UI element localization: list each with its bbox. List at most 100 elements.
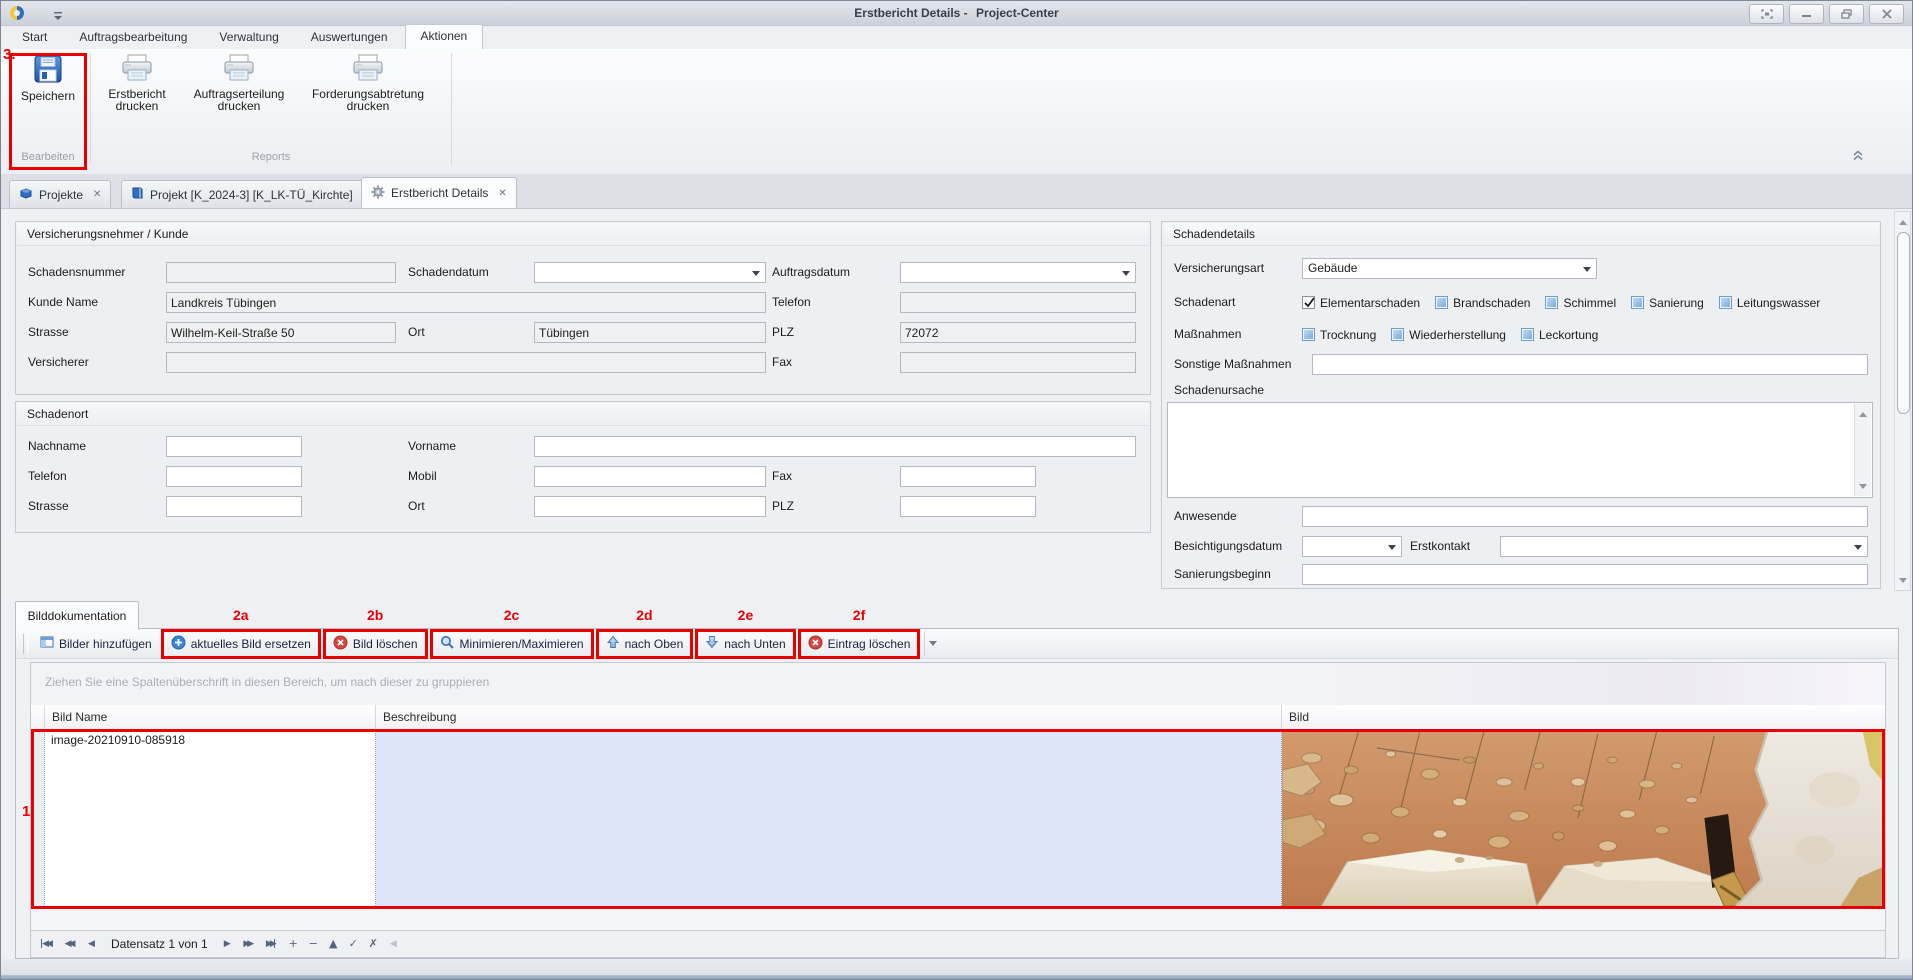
- chevron-down-icon: [1583, 267, 1591, 276]
- nav-delete-button[interactable]: −: [305, 936, 322, 952]
- checkbox-blue-icon: [1631, 296, 1644, 309]
- bilddokumentation-page: Bilder hinzufügen 2a aktuelles Bild erse…: [15, 628, 1899, 959]
- checkbox-brandschaden[interactable]: Brandschaden: [1435, 296, 1530, 310]
- form-scrollbar[interactable]: [1894, 211, 1911, 591]
- input-nachname[interactable]: [166, 436, 302, 457]
- dropdown-besichtigungsdatum[interactable]: [1302, 536, 1402, 557]
- nav-cancel-button[interactable]: ✗: [365, 936, 382, 952]
- group-by-panel[interactable]: Ziehen Sie eine Spaltenüberschrift in di…: [31, 663, 1885, 706]
- ribbon-tab-auftragsbearbeitung[interactable]: Auftragsbearbeitung: [64, 26, 202, 49]
- cell-bild-name[interactable]: image-20210910-085918: [45, 730, 376, 906]
- nav-edit-button[interactable]: ▲: [325, 936, 342, 952]
- scroll-up-icon[interactable]: [1855, 404, 1871, 420]
- doc-tab-label: Projekt [K_2024-3] [K_LK-TÜ_Kirchte]: [150, 188, 353, 202]
- toolbar-grip[interactable]: [23, 634, 28, 654]
- nav-first-button[interactable]: ◀◀: [37, 936, 57, 952]
- restore-button[interactable]: [1829, 4, 1864, 24]
- minimize-button[interactable]: [1789, 4, 1824, 24]
- scroll-down-icon[interactable]: [1895, 574, 1910, 590]
- print-erstbericht-button[interactable]: Erstbericht drucken: [95, 49, 179, 113]
- panel-schadenort: Schadenort Nachname Vorname Telefon Mobi…: [15, 401, 1151, 533]
- checkbox-leitungswasser[interactable]: Leitungswasser: [1719, 296, 1820, 310]
- input-ort[interactable]: [534, 322, 766, 343]
- input-fax[interactable]: [900, 466, 1036, 487]
- input-fax[interactable]: [900, 352, 1136, 373]
- column-header-bild-name[interactable]: Bild Name: [45, 705, 376, 730]
- input-strasse[interactable]: [166, 322, 396, 343]
- input-telefon[interactable]: [166, 466, 302, 487]
- dropdown-schadendatum[interactable]: [534, 262, 766, 283]
- nav-post-button[interactable]: ✓: [345, 936, 362, 952]
- close-tab-icon[interactable]: ✕: [498, 188, 506, 199]
- input-schadensnummer[interactable]: [166, 262, 396, 283]
- input-telefon[interactable]: [900, 292, 1136, 313]
- input-plz[interactable]: [900, 496, 1036, 517]
- checkbox-sanierung[interactable]: Sanierung: [1631, 296, 1704, 310]
- nav-prev-page-button[interactable]: ◀◀: [60, 936, 80, 952]
- input-kunde-name[interactable]: [166, 292, 766, 313]
- save-button[interactable]: Speichern: [13, 49, 83, 103]
- input-sonstige-massnahmen[interactable]: [1312, 354, 1868, 375]
- dropdown-erstkontakt[interactable]: [1500, 536, 1868, 557]
- doc-tab-projekt-k2024[interactable]: Projekt [K_2024-3] [K_LK-TÜ_Kirchte] ✕: [121, 180, 381, 208]
- doc-tab-projekte[interactable]: Projekte ✕: [9, 180, 111, 208]
- nav-prev-button[interactable]: ◀: [83, 936, 100, 952]
- panel-title: Versicherungsnehmer / Kunde: [17, 223, 1149, 246]
- doc-tab-erstbericht-details[interactable]: Erstbericht Details ✕: [361, 177, 517, 208]
- label-versicherungsart: Versicherungsart: [1174, 258, 1264, 279]
- move-down-button[interactable]: nach Unten: [698, 632, 792, 656]
- ribbon-tab-aktionen[interactable]: Aktionen: [405, 24, 484, 49]
- column-header-beschreibung[interactable]: Beschreibung: [376, 705, 1282, 730]
- checkbox-elementarschaden[interactable]: Elementarschaden: [1302, 296, 1420, 310]
- annotation-label-2c: 2c: [504, 607, 520, 623]
- nav-next-page-button[interactable]: ▶▶: [239, 936, 259, 952]
- dropdown-auftragsdatum[interactable]: [900, 262, 1136, 283]
- nav-append-button[interactable]: +: [285, 936, 302, 952]
- annotation-box-2f: 2f Eintrag löschen: [798, 629, 921, 659]
- textarea-schadenursache[interactable]: [1167, 402, 1873, 498]
- checkbox-trocknung[interactable]: Trocknung: [1302, 328, 1376, 342]
- cell-bild-photo[interactable]: [1282, 730, 1885, 906]
- checkbox-wiederherstellung[interactable]: Wiederherstellung: [1391, 328, 1506, 342]
- scroll-up-icon[interactable]: [1895, 212, 1910, 228]
- replace-image-button[interactable]: aktuelles Bild ersetzen: [164, 632, 318, 656]
- nav-last-button[interactable]: ▶▶: [262, 936, 282, 952]
- input-sanierungsbeginn[interactable]: [1302, 564, 1868, 585]
- table-row[interactable]: image-20210910-085918: [31, 730, 1885, 906]
- annotation-label-2d: 2d: [636, 607, 652, 623]
- close-tab-icon[interactable]: ✕: [93, 189, 101, 200]
- print-auftragserteilung-button[interactable]: Auftragserteilung drucken: [182, 49, 296, 113]
- delete-image-button[interactable]: Bild löschen: [326, 632, 425, 656]
- ribbon-collapse-icon[interactable]: [1851, 149, 1865, 167]
- input-plz[interactable]: [900, 322, 1136, 343]
- close-button[interactable]: [1869, 4, 1904, 24]
- add-images-button[interactable]: Bilder hinzufügen: [33, 632, 159, 656]
- ribbon-tab-auswertungen[interactable]: Auswertungen: [296, 26, 403, 49]
- minimize-maximize-button[interactable]: Minimieren/Maximieren: [433, 632, 591, 656]
- fit-to-screen-button[interactable]: [1749, 4, 1784, 24]
- toolbar-overflow-button[interactable]: [924, 632, 941, 656]
- input-ort[interactable]: [534, 496, 766, 517]
- scroll-down-icon[interactable]: [1855, 480, 1871, 496]
- ribbon-tab-verwaltung[interactable]: Verwaltung: [204, 26, 293, 49]
- label-strasse: Strasse: [28, 322, 69, 343]
- delete-entry-button[interactable]: Eintrag löschen: [801, 632, 918, 656]
- tab-bilddokumentation[interactable]: Bilddokumentation: [15, 601, 139, 630]
- scrollbar-thumb[interactable]: [1897, 232, 1910, 414]
- move-up-button[interactable]: nach Oben: [599, 632, 691, 656]
- checkbox-schimmel[interactable]: Schimmel: [1545, 296, 1616, 310]
- dropdown-versicherungsart[interactable]: Gebäude: [1302, 258, 1597, 279]
- nav-next-button[interactable]: ▶: [219, 936, 236, 952]
- label-massnahmen: Maßnahmen: [1174, 324, 1241, 345]
- input-strasse[interactable]: [166, 496, 302, 517]
- input-versicherer[interactable]: [166, 352, 766, 373]
- input-vorname[interactable]: [534, 436, 1136, 457]
- column-header-bild[interactable]: Bild: [1282, 705, 1885, 730]
- textarea-scrollbar[interactable]: [1854, 404, 1871, 496]
- checkbox-leckortung[interactable]: Leckortung: [1521, 328, 1598, 342]
- input-mobil[interactable]: [534, 466, 766, 487]
- input-anwesende[interactable]: [1302, 506, 1868, 527]
- print-forderungsabtretung-button[interactable]: Forderungsabtretung drucken: [301, 49, 435, 113]
- annotation-box-2c: 2c Minimieren/Maximieren: [430, 629, 594, 659]
- cell-beschreibung[interactable]: [376, 730, 1282, 906]
